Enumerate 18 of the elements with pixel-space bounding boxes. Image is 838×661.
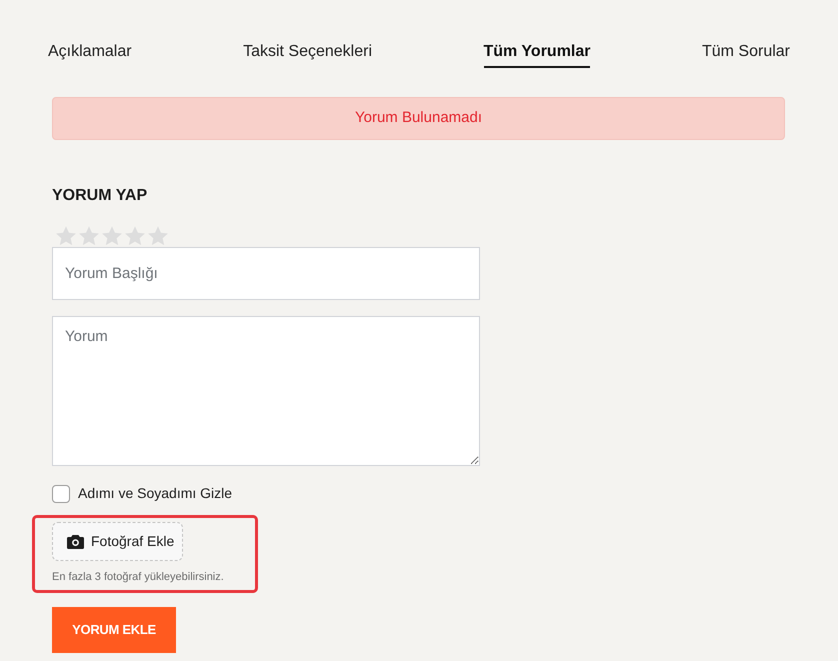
tab[interactable]: Taksit Seçenekleri bbox=[243, 42, 372, 68]
tab[interactable]: Tüm Yorumlar bbox=[484, 42, 590, 68]
add-photo-button[interactable]: Fotoğraf Ekle bbox=[52, 522, 183, 561]
alert-banner: Yorum Bulunamadı bbox=[52, 97, 785, 140]
star-icon[interactable] bbox=[55, 225, 77, 247]
photo-hint: En fazla 3 fotoğraf yükleyebilirsiniz. bbox=[52, 570, 224, 584]
star-icon[interactable] bbox=[147, 225, 169, 247]
checkbox-label: Adımı ve Soyadımı Gizle bbox=[78, 484, 232, 503]
camera-icon bbox=[67, 534, 84, 548]
tab[interactable]: Tüm Sorular bbox=[702, 42, 790, 68]
title-field[interactable]: Yorum Başlığı bbox=[52, 247, 480, 300]
star-icon[interactable] bbox=[101, 225, 123, 247]
star-icon[interactable] bbox=[78, 225, 100, 247]
comment-field[interactable]: Yorum bbox=[52, 316, 480, 466]
section-title: YORUM YAP bbox=[52, 186, 148, 206]
star-icon[interactable] bbox=[124, 225, 146, 247]
tab[interactable]: Açıklamalar bbox=[48, 42, 132, 68]
checkbox[interactable] bbox=[52, 484, 70, 502]
